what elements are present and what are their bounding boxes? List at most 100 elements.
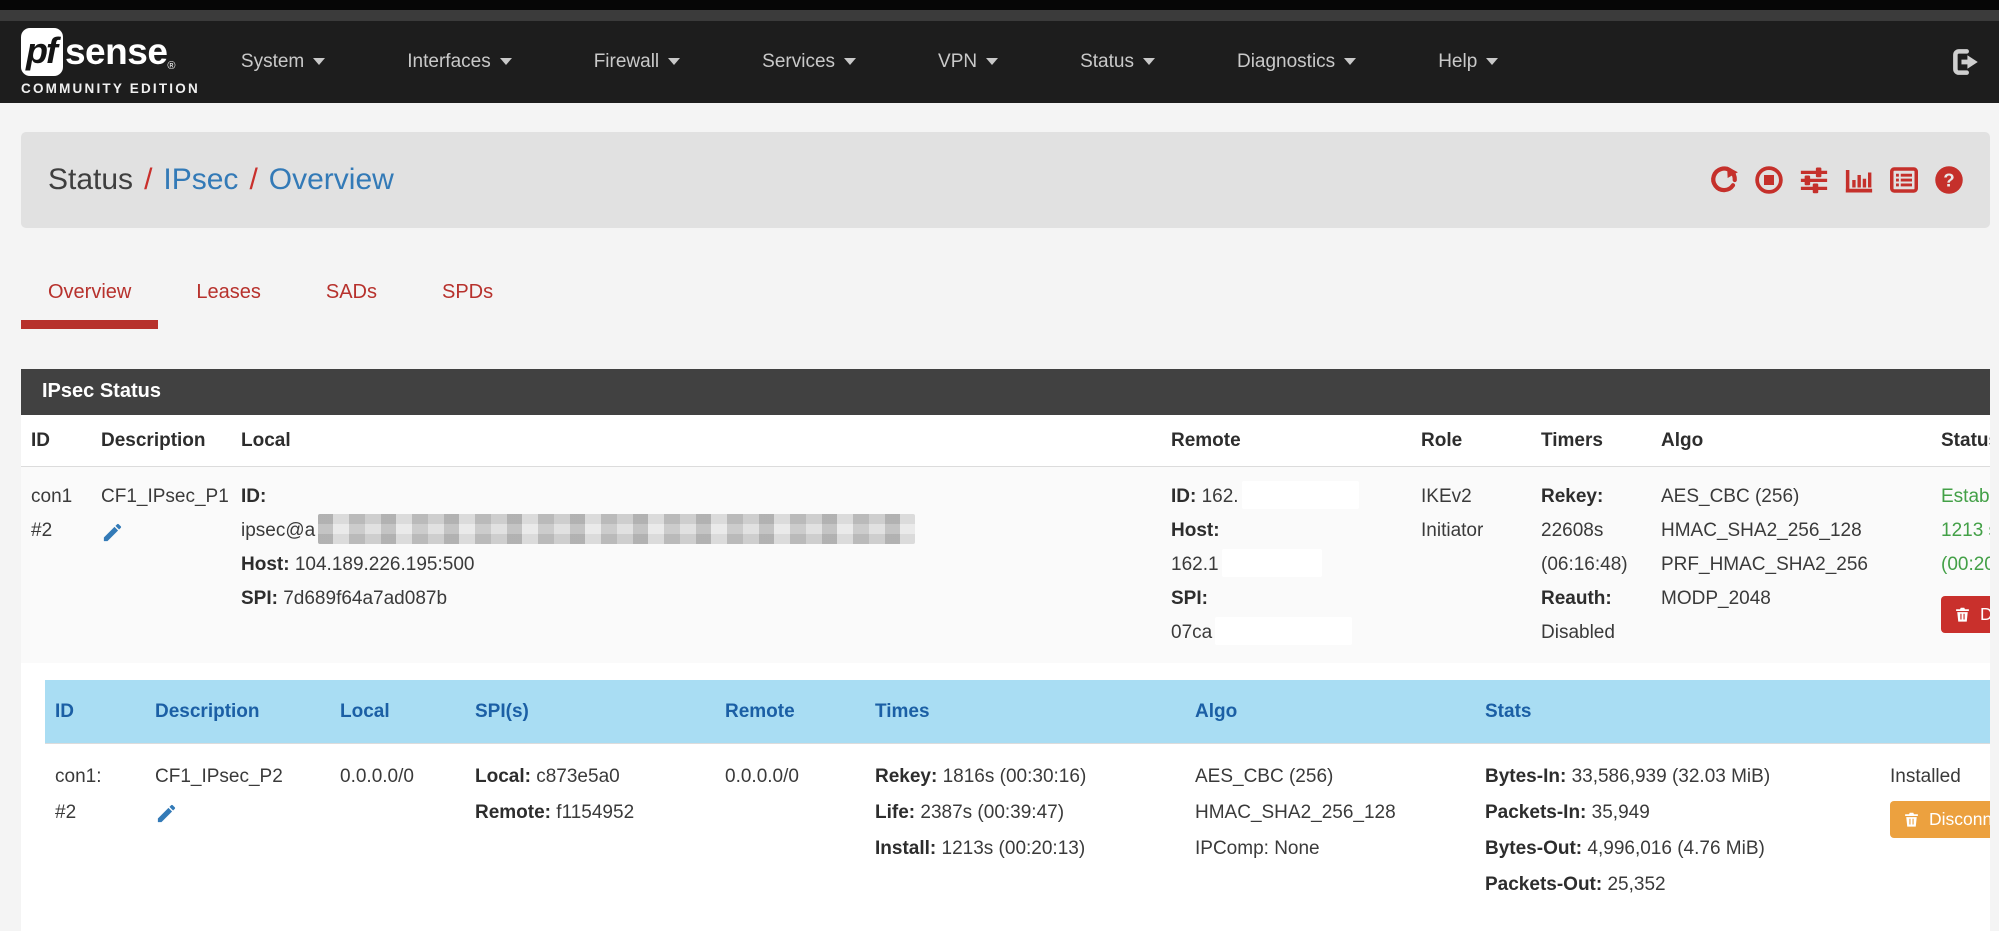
menu-firewall-label: Firewall: [594, 51, 659, 72]
cell-stats: Bytes-In: 33,586,939 (32.03 MiB) Packets…: [1475, 744, 1880, 919]
disconnect-label: Disconnect: [1980, 604, 1990, 625]
tab-overview[interactable]: Overview: [21, 269, 158, 329]
chevron-down-icon: [1143, 58, 1155, 65]
log-icon[interactable]: [1889, 165, 1919, 195]
page-header-bar: Status / IPsec / Overview: [21, 132, 1990, 228]
menu-diagnostics[interactable]: Diagnostics: [1196, 21, 1397, 103]
cell-id: con1: #2: [45, 744, 145, 919]
ike-header-row: ID Description Local Remote Role Timers …: [21, 415, 1990, 467]
menu-firewall[interactable]: Firewall: [553, 21, 721, 103]
menu-help[interactable]: Help: [1397, 21, 1539, 103]
cell-description: CF1_IPsec_P1: [91, 467, 231, 664]
disconnect-button[interactable]: Disconnect: [1941, 596, 1990, 633]
cell-spis: Local: c873e5a0 Remote: f1154952: [465, 744, 715, 919]
help-icon[interactable]: ?: [1934, 165, 1964, 195]
reauth-value: Disabled: [1541, 616, 1641, 650]
cell-algo: AES_CBC (256) HMAC_SHA2_256_128 IPComp: …: [1185, 744, 1475, 919]
breadcrumb-ipsec-link[interactable]: IPsec: [163, 163, 238, 197]
breadcrumb-separator: /: [144, 163, 152, 197]
chevron-down-icon: [313, 58, 325, 65]
col-description: Description: [145, 680, 330, 744]
registered-mark: ®: [167, 60, 175, 72]
menu-diagnostics-label: Diagnostics: [1237, 51, 1335, 72]
cell-remote: ID: 162. Host: 162.1 SPI: 07ca: [1161, 467, 1411, 664]
remote-id-label: ID:: [1171, 486, 1196, 507]
child-state: Installed: [1890, 759, 1990, 795]
trash-icon: [1903, 811, 1920, 828]
cell-timers: Rekey: 22608s (06:16:48) Reauth: Disable…: [1531, 467, 1651, 664]
cell-local: 0.0.0.0/0: [330, 744, 465, 919]
chart-icon[interactable]: [1844, 165, 1874, 195]
col-timers: Timers: [1531, 415, 1651, 467]
child-sa-cell: ID Description Local SPI(s) Remote Times…: [21, 663, 1990, 931]
menu-services-label: Services: [762, 51, 835, 72]
edit-icon[interactable]: [101, 521, 124, 544]
bytes-out-value: 4,996,016 (4.76 MiB): [1587, 838, 1764, 859]
menu-system-label: System: [241, 51, 304, 72]
child-sa-row: ID Description Local SPI(s) Remote Times…: [21, 663, 1990, 931]
chevron-down-icon: [668, 58, 680, 65]
cell-actions: Installed Disconnect: [1880, 744, 1990, 919]
local-host-label: Host:: [241, 554, 290, 575]
edit-icon[interactable]: [155, 802, 178, 825]
svg-text:?: ?: [1943, 169, 1954, 190]
algo-line: PRF_HMAC_SHA2_256: [1661, 548, 1921, 582]
algo-line: AES_CBC (256): [1661, 480, 1921, 514]
table-row: con1 #2 CF1_IPsec_P1 ID: ipsec@a Host: 1…: [21, 467, 1990, 664]
pfsense-logo[interactable]: pf sense ® COMMUNITY EDITION: [21, 28, 200, 96]
cell-times: Rekey: 1816s (00:30:16) Life: 2387s (00:…: [865, 744, 1185, 919]
chevron-down-icon: [844, 58, 856, 65]
algo-line: HMAC_SHA2_256_128: [1195, 795, 1465, 831]
life-value: 2387s (00:39:47): [920, 802, 1064, 823]
disconnect-child-button[interactable]: Disconnect: [1890, 801, 1990, 838]
refresh-icon[interactable]: [1709, 165, 1739, 195]
chevron-down-icon: [986, 58, 998, 65]
window-sub-strip: [0, 10, 1999, 21]
rekey-value: 22608s: [1541, 514, 1641, 548]
breadcrumb: Status / IPsec / Overview: [48, 163, 394, 197]
menu-help-label: Help: [1438, 51, 1477, 72]
spi-local-value: c873e5a0: [536, 766, 619, 787]
col-remote: Remote: [715, 680, 865, 744]
tab-sads[interactable]: SADs: [299, 269, 404, 329]
col-actions: [1880, 680, 1990, 744]
redacted-box: [1215, 617, 1352, 645]
tab-leases[interactable]: Leases: [169, 269, 288, 329]
col-id: ID: [45, 680, 145, 744]
cell-algo: AES_CBC (256) HMAC_SHA2_256_128 PRF_HMAC…: [1651, 467, 1931, 664]
menu-system[interactable]: System: [200, 21, 366, 103]
col-algo: Algo: [1185, 680, 1475, 744]
local-id-label: ID:: [241, 486, 266, 507]
menu-status[interactable]: Status: [1039, 21, 1196, 103]
breadcrumb-status: Status: [48, 163, 133, 197]
breadcrumb-separator: /: [249, 163, 257, 197]
spi-remote-value: f1154952: [556, 802, 634, 823]
pfsense-logo-pf: pf: [21, 28, 63, 76]
cell-id: con1 #2: [21, 467, 91, 664]
packets-out-label: Packets-Out:: [1485, 874, 1602, 895]
sign-out-icon[interactable]: [1949, 45, 1983, 79]
stop-icon[interactable]: [1754, 165, 1784, 195]
bytes-in-label: Bytes-In:: [1485, 766, 1566, 787]
col-description: Description: [91, 415, 231, 467]
sliders-icon[interactable]: [1799, 165, 1829, 195]
redacted-blur: [318, 514, 915, 544]
menu-services[interactable]: Services: [721, 21, 897, 103]
menu-vpn-label: VPN: [938, 51, 977, 72]
install-value: 1213s (00:20:13): [942, 838, 1086, 859]
tab-spds[interactable]: SPDs: [415, 269, 520, 329]
ike-description: CF1_IPsec_P1: [101, 480, 221, 514]
breadcrumb-overview-link[interactable]: Overview: [269, 163, 394, 197]
page-action-icons: ?: [1709, 165, 1964, 195]
role-line2: Initiator: [1421, 514, 1521, 548]
status-established: Established: [1941, 480, 1990, 514]
trash-icon: [1954, 606, 1971, 623]
rekey-label: Rekey:: [875, 766, 937, 787]
menu-vpn[interactable]: VPN: [897, 21, 1039, 103]
main-menu: System Interfaces Firewall Services VPN …: [200, 21, 1539, 103]
menu-interfaces[interactable]: Interfaces: [366, 21, 552, 103]
remote-id-value: 162.: [1202, 486, 1239, 507]
child-sa-wrap: ID Description Local SPI(s) Remote Times…: [21, 663, 1990, 931]
child-local-network: 0.0.0.0/0: [340, 759, 455, 795]
navbar-right: [1949, 45, 1983, 79]
